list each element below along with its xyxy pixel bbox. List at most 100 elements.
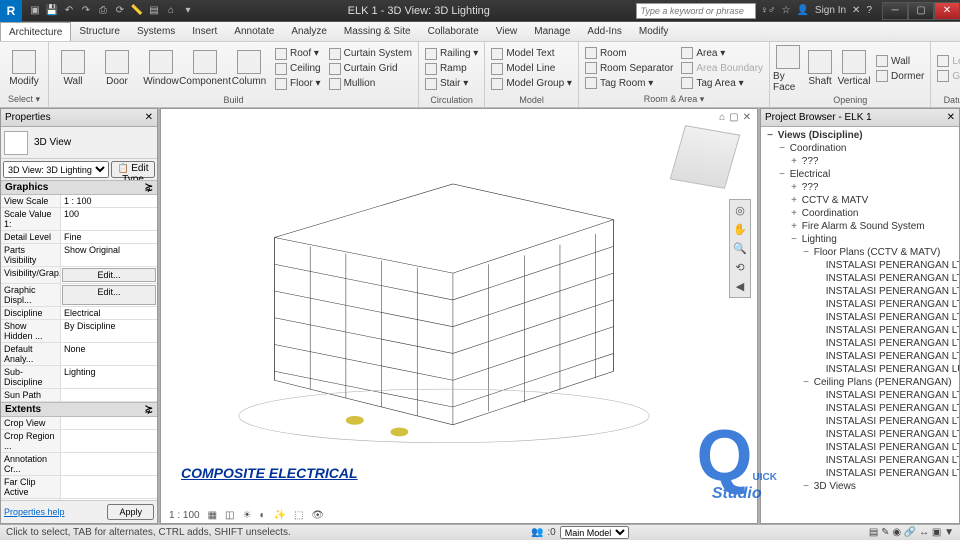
star-icon[interactable]: ☆ <box>781 5 790 16</box>
edit-type-button[interactable]: 📋 Edit Type <box>111 161 155 178</box>
prop-row-view_scale[interactable]: View Scale1 : 100 <box>1 195 157 208</box>
tree-node[interactable]: INSTALASI PENERANGAN LT. 3 <box>763 415 957 428</box>
qat-more-icon[interactable]: ▾ <box>181 4 195 18</box>
zoom-icon[interactable]: 🔍 <box>733 242 747 255</box>
tree-node[interactable]: − Lighting <box>763 233 957 246</box>
qat-section-icon[interactable]: ▤ <box>147 4 161 18</box>
status-icon[interactable]: 👥 <box>531 527 543 538</box>
menu-annotate[interactable]: Annotate <box>226 22 283 41</box>
prop-row-anno[interactable]: Annotation Cr... <box>1 453 157 476</box>
tree-node[interactable]: + CCTV & MATV <box>763 194 957 207</box>
visual-style-icon[interactable]: ◫ <box>223 510 236 521</box>
render-icon[interactable]: ✨ <box>272 510 288 521</box>
tag-room-button[interactable]: Tag Room ▾ <box>582 76 676 90</box>
model-text-button[interactable]: Model Text <box>488 47 575 61</box>
close-button[interactable]: ✕ <box>934 2 960 20</box>
properties-header[interactable]: Properties✕ <box>1 109 157 127</box>
home-icon[interactable]: ⌂ <box>719 112 725 123</box>
section-extents[interactable]: Extents⋩ <box>1 402 157 417</box>
detail-icon[interactable]: ▦ <box>206 510 219 521</box>
tree-node[interactable]: − Electrical <box>763 168 957 181</box>
door-button[interactable]: Door <box>96 44 138 94</box>
tree-node[interactable]: INSTALASI PENERANGAN LT. ATA <box>763 324 957 337</box>
orbit-icon[interactable]: ⟲ <box>735 261 744 274</box>
menu-collaborate[interactable]: Collaborate <box>420 22 488 41</box>
user-icon[interactable]: 👤 <box>796 5 808 16</box>
close-icon[interactable]: ✕ <box>145 112 153 123</box>
help-icon[interactable]: ? <box>866 5 872 16</box>
section-graphics[interactable]: Graphics⋩ <box>1 180 157 195</box>
shadows-icon[interactable]: ◐ <box>257 510 267 521</box>
window-button[interactable]: Window <box>140 44 182 94</box>
railing-button[interactable]: Railing ▾ <box>422 47 481 61</box>
menu-add-ins[interactable]: Add-Ins <box>579 22 630 41</box>
workset-selector[interactable]: Main Model <box>560 526 629 539</box>
model-group-button[interactable]: Model Group ▾ <box>488 77 575 91</box>
tree-node[interactable]: INSTALASI PENERANGAN LT. DAS <box>763 350 957 363</box>
menu-modify[interactable]: Modify <box>631 22 677 41</box>
component-button[interactable]: Component <box>184 44 226 94</box>
search-input[interactable] <box>636 3 756 19</box>
qat-measure-icon[interactable]: 📏 <box>130 4 144 18</box>
tree-node[interactable]: INSTALASI PENERANGAN LT. 5 <box>763 441 957 454</box>
drawing-canvas[interactable]: ⌂ ▢ ✕ ◎ ✋ 🔍 ⟲ ◀ <box>160 108 758 524</box>
maximize-button[interactable]: ▢ <box>908 2 934 20</box>
prop-row-far_clip[interactable]: Far Clip Active <box>1 476 157 499</box>
shaft-button[interactable]: Shaft <box>805 44 835 94</box>
project-tree[interactable]: − Views (Discipline)− Coordination+ ???−… <box>761 127 959 523</box>
area-boundary-button[interactable]: Area Boundary <box>678 61 766 75</box>
tree-node[interactable]: + ??? <box>763 155 957 168</box>
menu-manage[interactable]: Manage <box>526 22 579 41</box>
vertical-button[interactable]: Vertical <box>837 44 871 94</box>
tree-node[interactable]: INSTALASI PENERANGAN LT. GRO <box>763 467 957 480</box>
floor-button[interactable]: Floor ▾ <box>272 77 324 91</box>
face-select-icon[interactable]: ▣ <box>932 527 944 538</box>
column-button[interactable]: Column <box>228 44 270 94</box>
prop-row-crop_reg[interactable]: Crop Region ... <box>1 430 157 453</box>
tree-node[interactable]: + Coordination <box>763 207 957 220</box>
tree-node[interactable]: − Floor Plans (CCTV & MATV) <box>763 246 957 259</box>
prop-row-scale_value[interactable]: Scale Value 1:100 <box>1 208 157 231</box>
menu-analyze[interactable]: Analyze <box>283 22 336 41</box>
apply-button[interactable]: Apply <box>107 504 154 520</box>
crop-icon[interactable]: ⬚ <box>292 510 305 521</box>
curtain-system-button[interactable]: Curtain System <box>326 47 415 61</box>
room-separator-button[interactable]: Room Separator <box>582 61 676 75</box>
tree-node[interactable]: INSTALASI PENERANGAN LT. 2 <box>763 272 957 285</box>
menu-massing-site[interactable]: Massing & Site <box>336 22 420 41</box>
menu-systems[interactable]: Systems <box>129 22 184 41</box>
type-selector[interactable]: 3D View <box>1 127 157 159</box>
viewcube[interactable] <box>670 125 741 189</box>
view-menu-icon[interactable]: ▢ <box>729 112 738 123</box>
editable-icon[interactable]: ✎ <box>881 527 892 538</box>
wall-button[interactable]: Wall <box>52 44 94 94</box>
close-view-icon[interactable]: ✕ <box>743 112 751 123</box>
prop-row-analy[interactable]: Default Analy...None <box>1 343 157 366</box>
qat-open-icon[interactable]: ▣ <box>28 4 42 18</box>
mullion-button[interactable]: Mullion <box>326 77 415 91</box>
stair-button[interactable]: Stair ▾ <box>422 77 481 91</box>
app-icon[interactable]: R <box>0 0 22 22</box>
qat-3d-icon[interactable]: ⌂ <box>164 4 178 18</box>
group-label-select[interactable]: Select ▾ <box>3 93 45 106</box>
drag-icon[interactable]: ↔ <box>919 527 932 538</box>
by-face-button[interactable]: By Face <box>773 44 803 94</box>
properties-help-link[interactable]: Properties help <box>4 507 65 517</box>
tree-node[interactable]: − Views (Discipline) <box>763 129 957 142</box>
wall-opening-button[interactable]: Wall <box>873 54 927 68</box>
tree-node[interactable]: + ??? <box>763 181 957 194</box>
tree-node[interactable]: INSTALASI PENERANGAN LT. 1 <box>763 389 957 402</box>
signin-link[interactable]: Sign In <box>815 5 846 16</box>
qat-sync-icon[interactable]: ⟳ <box>113 4 127 18</box>
menu-architecture[interactable]: Architecture <box>0 22 71 41</box>
browser-header[interactable]: Project Browser - ELK 1✕ <box>761 109 959 127</box>
group-label-room[interactable]: Room & Area ▾ <box>582 93 766 106</box>
pan-icon[interactable]: ✋ <box>733 223 747 236</box>
tree-node[interactable]: INSTALASI PENERANGAN LT. BASE <box>763 337 957 350</box>
tree-node[interactable]: INSTALASI PENERANGAN LT. 4 <box>763 428 957 441</box>
model-line-button[interactable]: Model Line <box>488 62 575 76</box>
level-button[interactable]: Level <box>934 54 960 68</box>
ramp-button[interactable]: Ramp <box>422 62 481 76</box>
menu-view[interactable]: View <box>488 22 527 41</box>
dormer-button[interactable]: Dormer <box>873 69 927 83</box>
